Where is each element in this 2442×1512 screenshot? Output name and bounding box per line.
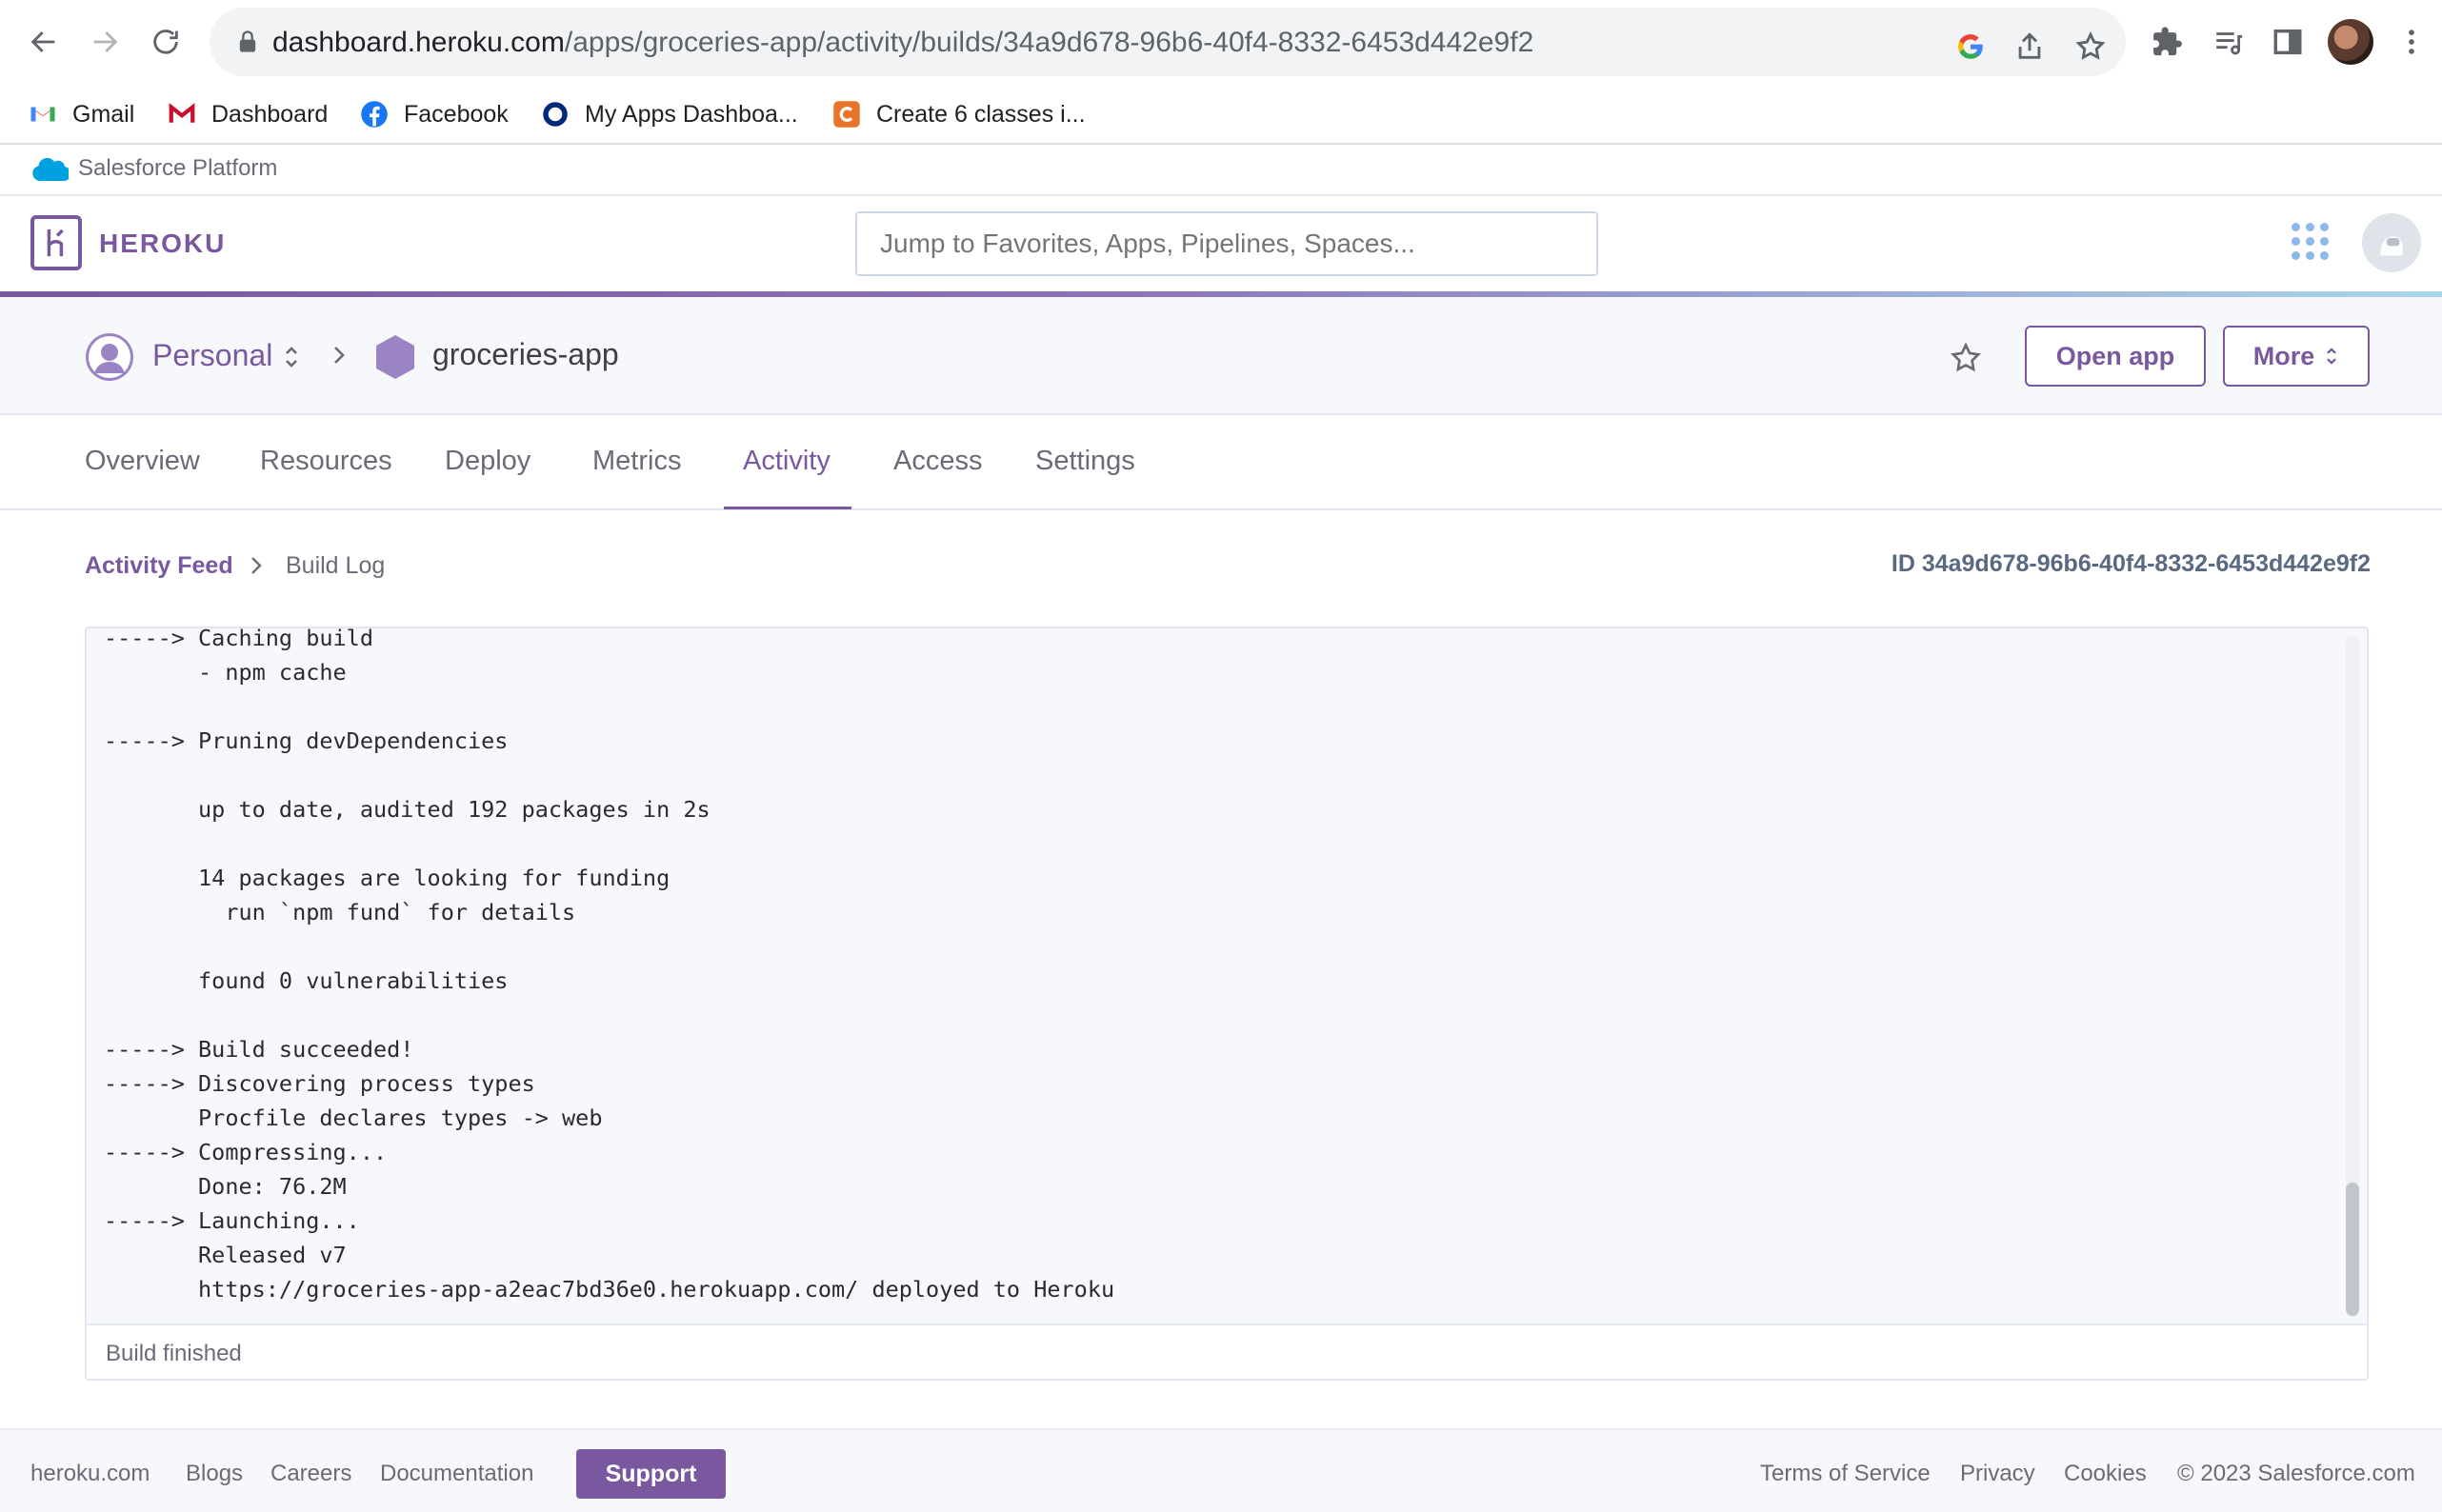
- log-line: [104, 929, 1114, 964]
- build-id: ID 34a9d678-96b6-40f4-8332-6453d442e9f2: [1891, 550, 2371, 577]
- log-lines: -----> Caching build - npm cache -----> P…: [104, 628, 1114, 1306]
- personal-avatar-icon: [86, 333, 133, 381]
- url-text: dashboard.heroku.com/apps/groceries-app/…: [272, 27, 1534, 58]
- bookmark-star-icon[interactable]: [2074, 30, 2107, 63]
- log-line: run `npm fund` for details: [104, 899, 576, 925]
- browser-profile-avatar[interactable]: [2328, 19, 2373, 65]
- log-line: Procfile declares types -> web: [104, 1104, 603, 1131]
- platform-label[interactable]: Salesforce Platform: [78, 155, 277, 182]
- footer-link-heroku[interactable]: heroku.com: [30, 1461, 150, 1487]
- tab-deploy[interactable]: Deploy: [445, 446, 530, 477]
- forward-button[interactable]: [82, 19, 128, 65]
- log-line: -----> Launching...: [104, 1207, 360, 1234]
- tab-settings[interactable]: Settings: [1035, 446, 1135, 477]
- footer-link-cookies[interactable]: Cookies: [2064, 1461, 2147, 1487]
- tab-activity[interactable]: Activity: [743, 446, 831, 477]
- arrow-left-icon: [30, 31, 55, 52]
- log-line: 14 packages are looking for funding: [104, 865, 671, 891]
- astronaut-icon: [2380, 236, 2403, 256]
- log-line: -----> Discovering process types: [104, 1070, 535, 1097]
- menu-kebab-icon[interactable]: [2392, 23, 2431, 61]
- log-line: found 0 vulnerabilities: [104, 967, 509, 994]
- app-header: Personal groceries-app Open app More: [0, 297, 2442, 415]
- reload-icon: [153, 30, 178, 54]
- app-name[interactable]: groceries-app: [432, 337, 619, 372]
- chevron-right-icon: [334, 347, 345, 364]
- log-line: [104, 998, 1114, 1032]
- google-icon[interactable]: [1954, 30, 1987, 63]
- salesforce-platform-bar: Salesforce Platform: [0, 145, 2442, 196]
- log-line: -----> Pruning devDependencies: [104, 727, 509, 754]
- okta-icon: [541, 100, 570, 129]
- media-control-icon[interactable]: [2210, 23, 2248, 61]
- heroku-wordmark[interactable]: HEROKU: [99, 229, 226, 259]
- app-tabs: Overview Resources Deploy Metrics Activi…: [0, 415, 2442, 510]
- footer-link-terms[interactable]: Terms of Service: [1760, 1461, 1931, 1487]
- log-line: https://groceries-app-a2eac7bd36e0.herok…: [104, 1276, 1115, 1303]
- bookmark-my-apps[interactable]: My Apps Dashboa...: [541, 93, 798, 135]
- address-bar[interactable]: dashboard.heroku.com/apps/groceries-app/…: [210, 8, 2126, 76]
- log-line: -----> Build succeeded!: [104, 1036, 414, 1063]
- footer-copyright: © 2023 Salesforce.com: [2177, 1461, 2415, 1486]
- support-button[interactable]: Support: [576, 1449, 726, 1499]
- tab-access[interactable]: Access: [893, 446, 982, 477]
- back-button[interactable]: [21, 19, 67, 65]
- heroku-header: HEROKU: [0, 196, 2442, 297]
- footer-link-privacy[interactable]: Privacy: [1960, 1461, 2035, 1487]
- browser-toolbar: dashboard.heroku.com/apps/groceries-app/…: [0, 0, 2442, 84]
- lock-icon: [239, 30, 256, 52]
- bookmark-gmail[interactable]: Gmail: [29, 93, 134, 135]
- more-button[interactable]: More: [2223, 326, 2370, 387]
- salesforce-cloud-icon: [32, 157, 69, 182]
- chevron-right-icon: [251, 557, 262, 574]
- page-footer: heroku.com Blogs Careers Documentation S…: [0, 1428, 2442, 1512]
- reload-button[interactable]: [143, 19, 189, 65]
- log-line: Released v7: [104, 1242, 347, 1268]
- user-avatar[interactable]: [2362, 213, 2421, 272]
- active-tab-indicator: [724, 507, 851, 509]
- side-panel-icon[interactable]: [2269, 23, 2307, 61]
- arrow-right-icon: [93, 31, 118, 52]
- heroku-logo-icon[interactable]: [30, 215, 82, 270]
- log-line: [104, 689, 1114, 724]
- gmail-icon: [29, 100, 57, 129]
- bookmark-create-classes[interactable]: Create 6 classes i...: [832, 93, 1086, 135]
- log-line: -----> Compressing...: [104, 1139, 388, 1165]
- chevron-updown-icon[interactable]: [282, 343, 301, 371]
- tab-metrics[interactable]: Metrics: [592, 446, 681, 477]
- log-scrollbar-thumb[interactable]: [2346, 1183, 2359, 1316]
- log-line: -----> Caching build: [104, 628, 373, 651]
- tab-resources[interactable]: Resources: [260, 446, 392, 477]
- log-line: [104, 826, 1114, 861]
- dashboard-m-icon: [168, 100, 196, 129]
- log-line: up to date, audited 192 packages in 2s: [104, 796, 711, 823]
- bookmark-dashboard[interactable]: Dashboard: [168, 93, 328, 135]
- extensions-icon[interactable]: [2149, 23, 2187, 61]
- account-switcher[interactable]: Personal: [152, 338, 272, 373]
- bookmarks-bar: Gmail Dashboard Facebook My Apps Dashboa…: [0, 84, 2442, 145]
- footer-link-blogs[interactable]: Blogs: [186, 1461, 243, 1487]
- build-log-output[interactable]: -----> Caching build - npm cache -----> P…: [87, 628, 2344, 1323]
- share-icon[interactable]: [2013, 30, 2046, 63]
- search-input[interactable]: [855, 211, 1598, 276]
- log-line: - npm cache: [104, 659, 347, 686]
- c-letter-icon: [832, 100, 861, 129]
- log-line: [104, 758, 1114, 792]
- chevron-updown-icon: [2327, 348, 2337, 365]
- facebook-icon: [360, 100, 389, 129]
- breadcrumb-build-log: Build Log: [286, 552, 386, 579]
- build-status: Build finished: [87, 1323, 2367, 1379]
- build-log-panel: -----> Caching build - npm cache -----> P…: [85, 627, 2369, 1381]
- tab-overview[interactable]: Overview: [85, 446, 200, 477]
- favorite-star-icon[interactable]: [1949, 341, 1983, 375]
- apps-grid-icon[interactable]: [2292, 223, 2330, 261]
- bookmark-facebook[interactable]: Facebook: [360, 93, 509, 135]
- footer-link-careers[interactable]: Careers: [270, 1461, 351, 1487]
- breadcrumb-activity-feed[interactable]: Activity Feed: [85, 552, 233, 580]
- open-app-button[interactable]: Open app: [2025, 326, 2206, 387]
- log-line: Done: 76.2M: [104, 1173, 347, 1200]
- footer-link-documentation[interactable]: Documentation: [380, 1461, 533, 1487]
- app-hexagon-icon: [376, 335, 414, 379]
